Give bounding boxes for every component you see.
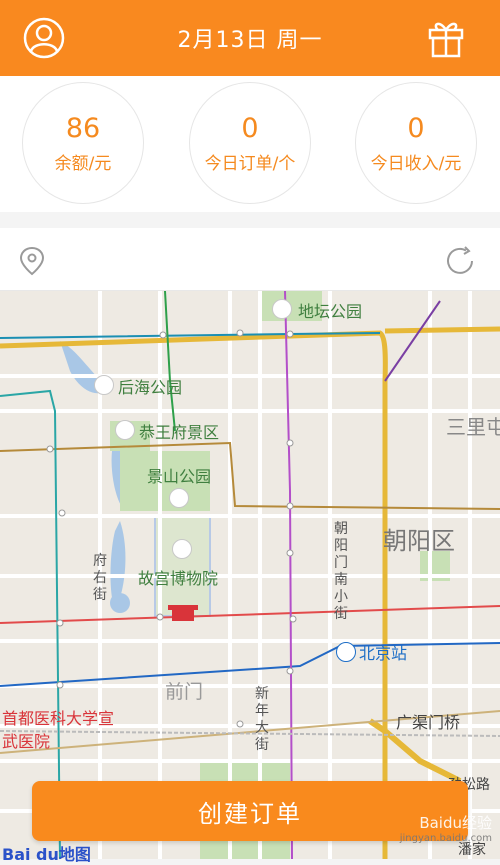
map-label-guangqumen-bridge: 广渠门桥 (396, 713, 461, 732)
museum-icon (272, 299, 292, 319)
location-bar[interactable] (0, 228, 500, 291)
app-header: 2月13日 周一 (0, 0, 500, 76)
map-label-chaoyangmen-south: 朝阳门南小街 (334, 521, 348, 622)
stat-value: 0 (241, 112, 259, 144)
stat-today-orders[interactable]: 0 今日订单/个 (189, 82, 311, 204)
train-station-icon (336, 642, 356, 662)
map-label-beijing-station: 北京站 (359, 644, 408, 663)
map-label-ditan-park: 地坛公园 (298, 302, 363, 321)
stat-label: 今日收入/元 (370, 153, 462, 174)
park-icon (94, 375, 114, 395)
map-label-hospital: 首都医科大学宣武医院 (2, 709, 115, 751)
map-label-palace-museum: 故宫博物院 (138, 569, 219, 588)
stats-panel: 86 余额/元 0 今日订单/个 0 今日收入/元 (0, 76, 500, 212)
stat-today-income[interactable]: 0 今日收入/元 (355, 82, 477, 204)
watermark-sub: jingyan.baidu.com (399, 833, 492, 844)
baidu-jingyan-watermark: Baidu经验 jingyan.baidu.com (400, 812, 492, 844)
date-title: 2月13日 周一 (177, 28, 323, 53)
stat-value: 86 (65, 112, 101, 144)
map-label-chaoyang-district: 朝阳区 (383, 527, 455, 555)
gift-icon[interactable] (426, 16, 470, 60)
user-avatar-icon[interactable] (22, 16, 66, 60)
map-label-jingshan-park: 景山公园 (147, 467, 212, 486)
park-icon (115, 420, 135, 440)
refresh-icon[interactable] (444, 246, 478, 276)
stat-value: 0 (407, 112, 425, 144)
baidu-map-logo: Bai du地图 (2, 845, 91, 864)
map-canvas (0, 291, 500, 859)
map-label-sanlitun: 三里屯 (446, 415, 500, 439)
map-label-fuyoujie: 府右街 (93, 553, 107, 603)
stat-label: 今日订单/个 (204, 153, 296, 174)
map-view[interactable]: 地坛公园 后海公园 恭王府景区 景山公园 故宫博物院 府右街 朝阳门南小街 朝阳… (0, 291, 500, 859)
stat-label: 余额/元 (54, 153, 112, 174)
map-label-xinnian-street: 新年大街 (255, 686, 269, 753)
map-label-qianmen: 前门 (165, 681, 204, 703)
stat-balance[interactable]: 86 余额/元 (22, 82, 144, 204)
map-label-houhai-park: 后海公园 (118, 378, 183, 397)
museum-icon (172, 539, 192, 559)
watermark-main: Baidu经验 (419, 814, 492, 832)
museum-icon (169, 488, 189, 508)
map-label-gongwangfu: 恭王府景区 (139, 423, 220, 442)
location-pin-icon (18, 246, 46, 276)
